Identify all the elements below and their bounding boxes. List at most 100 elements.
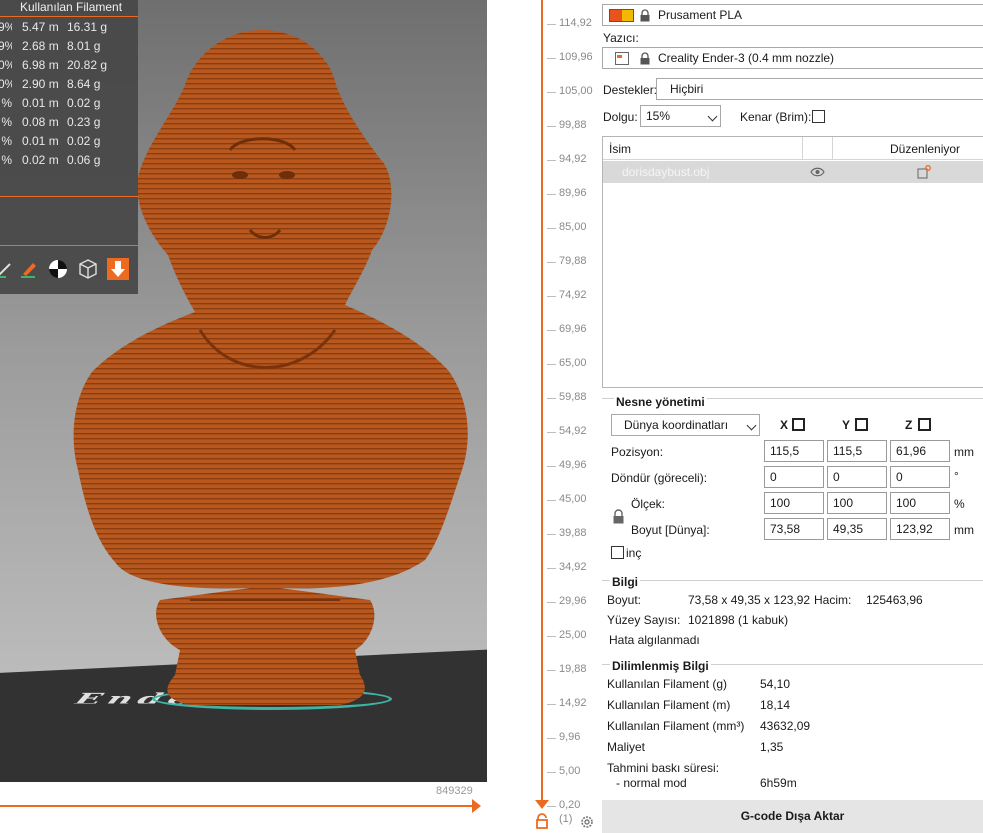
printer-combo[interactable]: Creality Ender-3 (0.4 mm nozzle): [602, 47, 983, 69]
stat-row: 9% 5.47 m 16.31 g: [0, 20, 138, 39]
layer-tick: [547, 738, 556, 739]
horizontal-slider-thumb[interactable]: [472, 799, 481, 813]
size-x-input[interactable]: 73,58: [764, 518, 824, 540]
stat-weight: 0.02 g: [67, 96, 101, 110]
layer-tick: [547, 704, 556, 705]
filament-color-left: [610, 10, 622, 21]
printer-value: Creality Ender-3 (0.4 mm nozzle): [658, 51, 835, 65]
layer-height-label: 79,88: [559, 255, 587, 267]
layer-height-label: 49,96: [559, 459, 587, 471]
edit-object-icon[interactable]: [917, 165, 931, 179]
column-name: İsim: [609, 142, 631, 156]
normal-mode-value: 6h59m: [760, 776, 797, 790]
stat-weight: 0.23 g: [67, 115, 101, 129]
sliced-row-label: Kullanılan Filament (g): [607, 677, 728, 691]
stat-row: % 0.01 m 0.02 g: [0, 134, 138, 153]
stat-weight: 20.82 g: [67, 58, 108, 72]
object-name: dorisdaybust.obj: [622, 165, 710, 179]
scale-y-input[interactable]: 100: [827, 492, 887, 514]
gear-icon[interactable]: [579, 814, 595, 830]
layer-height-label: 39,88: [559, 527, 587, 539]
scale-label: Ölçek:: [631, 497, 666, 511]
position-x-input[interactable]: 115,5: [764, 440, 824, 462]
drop-to-bed-z-icon[interactable]: [918, 418, 931, 431]
scale-x-input[interactable]: 100: [764, 492, 824, 514]
layer-height-label: 9,96: [559, 731, 581, 743]
stat-weight: 0.02 g: [67, 134, 101, 148]
scale-z-input[interactable]: 100: [890, 492, 950, 514]
size-y-input[interactable]: 49,35: [827, 518, 887, 540]
stat-row: % 0.08 m 0.23 g: [0, 115, 138, 134]
size-unit: mm: [954, 523, 974, 537]
layer-height-label: 45,00: [559, 493, 587, 505]
layer-height-label: 69,96: [559, 323, 587, 335]
printer-label: Yazıcı:: [603, 31, 639, 45]
inch-checkbox[interactable]: [611, 546, 624, 559]
position-y-input[interactable]: 115,5: [827, 440, 887, 462]
paint-icon[interactable]: [18, 258, 40, 280]
rotate-unit: °: [954, 469, 959, 483]
layer-tick: [547, 58, 556, 59]
lock-icon[interactable]: [534, 813, 550, 829]
stat-weight: 8.64 g: [67, 77, 101, 91]
stat-length: 6.98 m: [22, 58, 59, 72]
printer-preset-icon: [615, 52, 629, 65]
stat-percent: 9%: [0, 20, 12, 34]
rotate-y-input[interactable]: 0: [827, 466, 887, 488]
layer-tick: [547, 92, 556, 93]
position-z-input[interactable]: 61,96: [890, 440, 950, 462]
brim-checkbox[interactable]: [812, 110, 825, 123]
size-z-input[interactable]: 123,92: [890, 518, 950, 540]
infill-label: Dolgu:: [603, 110, 638, 124]
prusaslicer-window: Ender Kullanılan Filament 9 5.47 m 16.31…: [0, 0, 983, 833]
info-errors: Hata algılanmadı: [609, 633, 700, 647]
download-arrow-icon[interactable]: [107, 258, 129, 280]
stat-weight: 0.06 g: [67, 153, 101, 167]
stat-row: 0% 2.90 m 8.64 g: [0, 77, 138, 96]
layer-slider-thumb[interactable]: [535, 800, 549, 809]
brush-icon[interactable]: [0, 258, 16, 280]
rotate-x-input[interactable]: 0: [764, 466, 824, 488]
chevron-down-icon: [746, 420, 757, 431]
position-label: Pozisyon:: [611, 445, 664, 459]
rotate-z-input[interactable]: 0: [890, 466, 950, 488]
export-gcode-button[interactable]: G-code Dışa Aktar: [602, 800, 983, 833]
coordinate-system-select[interactable]: Dünya koordinatları: [611, 414, 760, 436]
scale-unit: %: [954, 497, 965, 511]
3d-viewport[interactable]: Ender Kullanılan Filament 9 5.47 m 16.31…: [0, 0, 487, 782]
lock-icon[interactable]: [612, 509, 625, 524]
sliced-row-value: 18,14: [760, 698, 791, 712]
drop-to-bed-x-icon[interactable]: [792, 418, 805, 431]
divider: [0, 196, 138, 197]
layer-tick: [547, 364, 556, 365]
sliced-row-value: 43632,09: [760, 719, 811, 733]
drop-to-bed-y-icon[interactable]: [855, 418, 868, 431]
sliced-info-section: Dilimlenmiş Bilgi: [602, 659, 983, 673]
stat-length: 0.08 m: [22, 115, 59, 129]
filament-combo[interactable]: Prusament PLA: [602, 4, 983, 26]
infill-combo[interactable]: 15%: [640, 105, 721, 127]
layer-tick: [547, 432, 556, 433]
layer-height-label: 89,96: [559, 187, 587, 199]
layer-height-label: 65,00: [559, 357, 587, 369]
supports-combo[interactable]: Hiçbiri: [656, 78, 983, 100]
eye-icon[interactable]: [810, 167, 825, 177]
stat-row: % 0.02 m 0.06 g: [0, 153, 138, 172]
sliced-row-value: 1,35: [760, 740, 784, 754]
supports-label: Destekler:: [603, 83, 658, 97]
axis-x-label: X: [780, 418, 789, 432]
horizontal-slider-track[interactable]: [0, 805, 474, 807]
print-time-label: Tahmini baskı süresi:: [607, 761, 720, 775]
layer-tick: [547, 228, 556, 229]
stat-length: 0.01 m: [22, 96, 59, 110]
wireframe-cube-icon[interactable]: [77, 258, 99, 280]
stat-weight: 8.01 g: [67, 39, 101, 53]
object-list[interactable]: İsim Düzenleniyor dorisdaybust.obj: [602, 136, 983, 388]
stat-length: 5.47 m: [22, 20, 59, 34]
layer-slider-track[interactable]: [541, 0, 543, 800]
layer-height-label: 94,92: [559, 153, 587, 165]
contrast-icon[interactable]: [47, 258, 69, 280]
object-row[interactable]: dorisdaybust.obj: [603, 161, 983, 183]
stat-length: 2.68 m: [22, 39, 59, 53]
normal-mode-label: - normal mod: [616, 776, 687, 790]
